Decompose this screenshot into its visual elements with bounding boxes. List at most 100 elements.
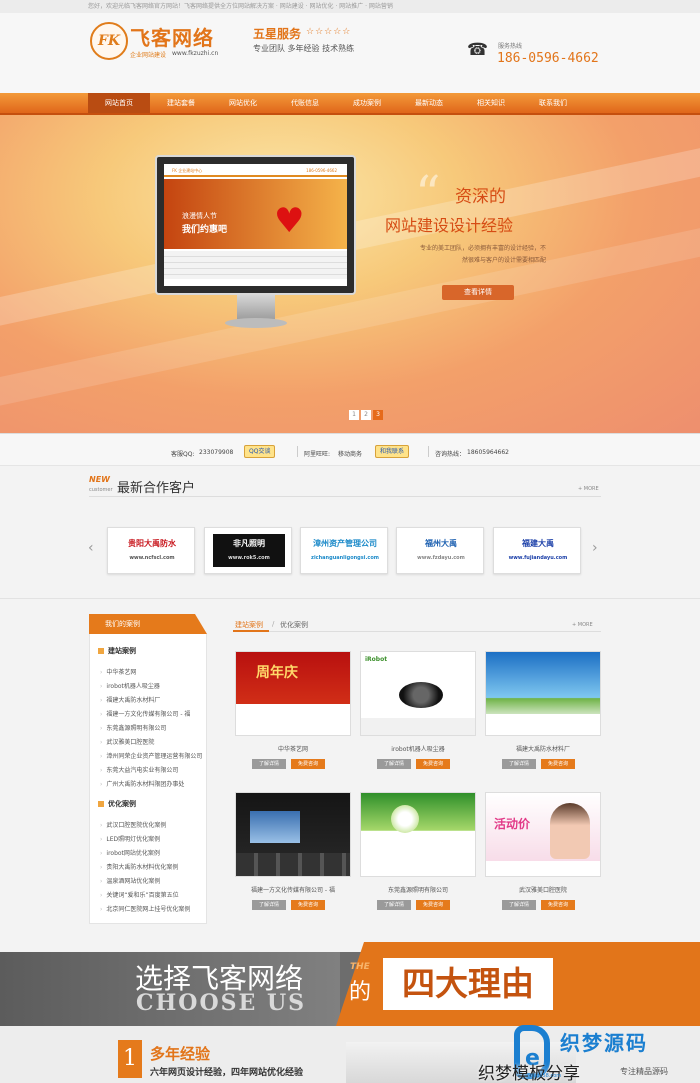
case-detail-button[interactable]: 了解详情 (502, 759, 536, 769)
case-detail-button[interactable]: 了解详情 (252, 759, 286, 769)
case-detail-button[interactable]: 了解详情 (252, 900, 286, 910)
logo-url: www.fkzuzhi.cn (172, 50, 219, 57)
divider (89, 496, 601, 497)
partner-logo-card[interactable]: 漳州资产管理公司 zichanguanligongsi.com (300, 527, 388, 574)
nav-item-news[interactable]: 最新动态 (398, 93, 460, 113)
robot-vacuum-image (399, 682, 443, 708)
sidebar-item[interactable]: 北京同仁医院网上挂号优化案例 (100, 904, 206, 913)
slider-dot-1[interactable]: 1 (349, 410, 359, 420)
logo-icon[interactable]: FK (90, 22, 128, 60)
case-detail-button[interactable]: 了解详情 (377, 900, 411, 910)
partner-logo: 漳州资产管理公司 zichanguanligongsi.com (309, 534, 381, 567)
partner-url: www.fujiandayu.com (508, 555, 568, 561)
sidebar-item[interactable]: 贵阳大禹防水材料优化案例 (100, 862, 206, 871)
sidebar-category-seo[interactable]: 优化案例 (98, 799, 136, 809)
nav-item-knowledge[interactable]: 相关知识 (460, 93, 522, 113)
partner-name: 贵阳大禹防水 (128, 539, 176, 548)
case-consult-button[interactable]: 免费咨询 (291, 900, 325, 910)
sidebar-item[interactable]: 武汉雅美口腔医院 (100, 737, 206, 746)
partners-more-link[interactable]: + MORE (578, 486, 599, 492)
case-title[interactable]: 中华茶艺网 (235, 744, 351, 753)
sidebar-item[interactable]: 广州大禹防水材料限团办事处 (100, 779, 206, 788)
hero-banner: FK 企业建站中心 186-0596-4662 浪漫情人节 我们约惠吧 ♥ “ … (0, 115, 700, 433)
partner-logo-card[interactable]: 福建大禹 www.fujiandayu.com (493, 527, 581, 574)
sidebar-item[interactable]: 中华茶艺网 (100, 667, 206, 676)
sidebar-item[interactable]: irobot机器人吸尘器 (100, 681, 206, 690)
case-detail-button[interactable]: 了解详情 (377, 759, 411, 769)
case-consult-button[interactable]: 免费咨询 (541, 900, 575, 910)
partner-logo-card[interactable]: 贵阳大禹防水 www.ncfscl.com (107, 527, 195, 574)
contact-bar: 客服QQ: 233079908 QQ交谈 阿里旺旺: 移动商务 和我联系 咨询热… (0, 433, 700, 466)
case-thumbnail[interactable] (360, 792, 476, 877)
sidebar-item[interactable]: irobot网站优化案例 (100, 848, 206, 857)
nav-item-cases[interactable]: 成功案例 (336, 93, 398, 113)
banner-description: 专业的美工团队，必须拥有丰富的设计经验，不然很难与客户的设计需要相匹配 (420, 245, 547, 264)
slider-dot-3[interactable]: 3 (373, 410, 383, 420)
thumb-text: iRobot (365, 656, 388, 663)
sidebar-item[interactable]: 关键词“爱和乐”百度第五位 (100, 890, 206, 899)
case-consult-button[interactable]: 免费咨询 (541, 759, 575, 769)
divider (0, 598, 700, 599)
screen-header: FK 企业建站中心 186-0596-4662 (164, 164, 347, 177)
partner-logo-card[interactable]: 福州大禹 www.fzdayu.com (396, 527, 484, 574)
case-consult-button[interactable]: 免费咨询 (416, 759, 450, 769)
logo-name[interactable]: 飞客网络 (130, 22, 214, 51)
partner-logo-card[interactable]: 非凡照明 www.rok5.com (204, 527, 292, 574)
watermark-slogan: 专注精品源码 (620, 1067, 668, 1076)
tab-seo-cases[interactable]: 优化案例 (280, 620, 308, 630)
screen-logo: FK 企业建站中心 (172, 168, 203, 173)
case-thumbnail[interactable] (235, 792, 351, 877)
sidebar-item[interactable]: 温泉酒网站优化案例 (100, 876, 206, 885)
watermark-text: 织梦模板分享 (478, 1064, 580, 1083)
banner-detail-button[interactable]: 查看详情 (442, 285, 514, 300)
nav-item-home[interactable]: 网站首页 (88, 93, 150, 113)
lightbulb-image (391, 805, 419, 833)
case-thumbnail[interactable]: iRobot (360, 651, 476, 736)
screen-hero: 浪漫情人节 我们约惠吧 ♥ (164, 179, 347, 249)
nav-item-packages[interactable]: 建站套餐 (150, 93, 212, 113)
case-detail-button[interactable]: 了解详情 (502, 900, 536, 910)
sidebar-item[interactable]: 福建大禹防水材料厂 (100, 695, 206, 704)
qq-chat-button[interactable]: QQ交谈 (244, 445, 276, 458)
sidebar-item[interactable]: LED照明灯优化案例 (100, 834, 206, 843)
partner-name: 福建大禹 (522, 539, 554, 548)
partner-name: 漳州资产管理公司 (313, 539, 377, 548)
sidebar-item[interactable]: 漳州同荣企业资产管理运营有限公司 (100, 751, 206, 760)
case-thumbnail[interactable]: 活动价 (485, 792, 601, 877)
wangwang-chat-button[interactable]: 和我联系 (375, 445, 410, 458)
case-consult-button[interactable]: 免费咨询 (416, 900, 450, 910)
bullet-icon (98, 801, 104, 807)
heart-icon: ♥ (274, 201, 305, 241)
thumb-text: 周年庆 (256, 665, 298, 681)
nav-item-seo[interactable]: 网站优化 (212, 93, 274, 113)
sidebar-item[interactable]: 福建一方文化传媒有限公司 - 福 (100, 709, 206, 718)
sidebar-heading: 我们的案例 (89, 614, 207, 634)
screen-content-rows (164, 251, 347, 279)
cases-more-link[interactable]: + MORE (572, 622, 593, 628)
tab-build-cases[interactable]: 建站案例 (235, 620, 263, 630)
nav-item-accounting[interactable]: 代账信息 (274, 93, 336, 113)
sidebar-category-build[interactable]: 建站案例 (98, 646, 136, 656)
sidebar-item[interactable]: 东莞鑫源照明有限公司 (100, 723, 206, 732)
monitor-image: FK 企业建站中心 186-0596-4662 浪漫情人节 我们约惠吧 ♥ (155, 155, 356, 295)
slider-dot-2[interactable]: 2 (361, 410, 371, 420)
case-sidebar: 建站案例 中华茶艺网 irobot机器人吸尘器 福建大禹防水材料厂 福建一方文化… (89, 634, 207, 924)
sidebar-item[interactable]: 武汉口腔医院优化案例 (100, 820, 206, 829)
wangwang-label: 阿里旺旺: (304, 451, 331, 458)
case-title[interactable]: irobot机器人吸尘器 (360, 744, 476, 753)
chevron-right-icon[interactable]: › (592, 540, 598, 556)
case-thumbnail[interactable] (485, 651, 601, 736)
case-title[interactable]: 福建大禹防水材料厂 (485, 744, 601, 753)
thumb-image (250, 811, 300, 843)
case-title[interactable]: 东莞鑫源照明有限公司 (360, 885, 476, 894)
case-consult-button[interactable]: 免费咨询 (291, 759, 325, 769)
chevron-left-icon[interactable]: ‹ (88, 540, 94, 556)
case-title[interactable]: 武汉雅美口腔医院 (485, 885, 601, 894)
nav-item-contact[interactable]: 联系我们 (522, 93, 584, 113)
sidebar-item[interactable]: 东莞大益汽电实业有限公司 (100, 765, 206, 774)
case-title[interactable]: 福建一方文化传媒有限公司 - 福 (235, 885, 351, 894)
partner-url: zichanguanligongsi.com (311, 555, 379, 561)
choose-us-subtitle: CHOOSE US (136, 990, 307, 1016)
case-thumbnail[interactable]: 周年庆 (235, 651, 351, 736)
customer-label: customer (89, 487, 113, 493)
